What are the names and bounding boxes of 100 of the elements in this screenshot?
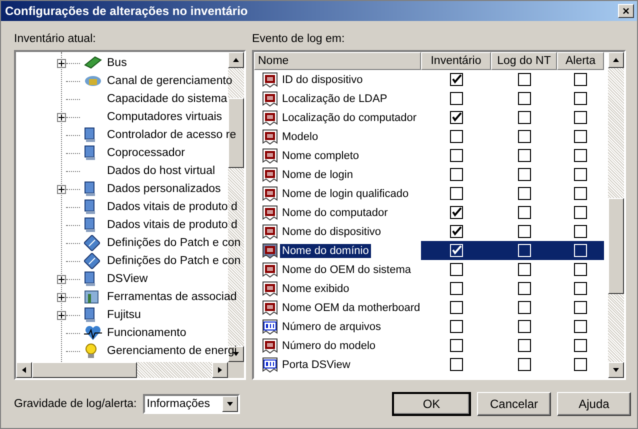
checkbox[interactable] bbox=[450, 282, 462, 295]
checkbox[interactable] bbox=[450, 149, 462, 162]
expand-icon[interactable] bbox=[57, 58, 66, 68]
checkbox[interactable] bbox=[518, 73, 530, 86]
scrollbar-thumb[interactable] bbox=[228, 98, 244, 168]
dialog-button[interactable]: OK bbox=[392, 392, 471, 416]
column-header[interactable]: Alerta bbox=[557, 52, 604, 70]
list-item[interactable]: Nome de login qualificado bbox=[280, 186, 411, 200]
tree-item[interactable]: Coprocessador bbox=[107, 147, 185, 159]
tree-item[interactable]: Fujitsu bbox=[107, 309, 141, 321]
checkbox[interactable] bbox=[518, 339, 530, 352]
checkbox[interactable] bbox=[518, 111, 530, 124]
tree-item[interactable]: Dados personalizados bbox=[107, 183, 221, 195]
scrollbar-thumb[interactable] bbox=[608, 198, 624, 294]
tree-item[interactable]: Canal de gerenciamento bbox=[107, 75, 232, 87]
tree-item[interactable]: Gerenciamento de energi bbox=[107, 345, 237, 357]
tree-item[interactable]: Dados vitais de produto d bbox=[107, 201, 238, 213]
column-header[interactable]: Log do NT bbox=[491, 52, 557, 70]
list-item[interactable]: Nome do computador bbox=[280, 206, 390, 220]
tree-item[interactable]: Controlador de acesso re bbox=[107, 129, 236, 141]
tree-item[interactable]: Definições do Patch e con bbox=[107, 237, 241, 249]
list-item[interactable]: Nome do OEM do sistema bbox=[280, 262, 413, 276]
checkbox[interactable] bbox=[574, 320, 587, 333]
list-item[interactable]: Porta DSView bbox=[280, 358, 352, 372]
checkbox[interactable] bbox=[518, 149, 530, 162]
tree-item[interactable]: Computadores virtuais bbox=[107, 111, 222, 123]
list-item[interactable]: Número de arquivos bbox=[280, 320, 384, 334]
checkbox[interactable] bbox=[518, 225, 530, 238]
checkbox[interactable] bbox=[450, 301, 462, 314]
checkbox[interactable] bbox=[574, 187, 587, 200]
checkbox[interactable] bbox=[574, 339, 587, 352]
checkbox[interactable] bbox=[574, 301, 587, 314]
scrollbar-thumb[interactable] bbox=[32, 362, 137, 378]
tree-item[interactable]: Ferramentas de associad bbox=[107, 291, 237, 303]
scroll-up-button[interactable] bbox=[228, 52, 244, 68]
list-item[interactable]: ID do dispositivo bbox=[280, 72, 365, 86]
checkbox[interactable] bbox=[518, 358, 530, 371]
dropdown-arrow-button[interactable] bbox=[222, 396, 238, 412]
checkbox[interactable] bbox=[574, 130, 587, 143]
checkbox[interactable] bbox=[450, 130, 462, 143]
list-item[interactable]: Nome do domínio bbox=[280, 244, 371, 258]
checkbox[interactable] bbox=[450, 339, 462, 352]
checkbox[interactable] bbox=[450, 263, 462, 276]
checkbox[interactable] bbox=[574, 111, 587, 124]
checkbox[interactable] bbox=[574, 168, 587, 181]
checkbox[interactable] bbox=[518, 187, 530, 200]
list-item[interactable]: Localização de LDAP bbox=[280, 92, 390, 106]
list-item[interactable]: Modelo bbox=[280, 130, 320, 144]
expand-icon[interactable] bbox=[57, 112, 66, 122]
list-item[interactable]: Número do modelo bbox=[280, 338, 378, 352]
checkbox[interactable] bbox=[450, 320, 462, 333]
dialog-button[interactable]: Cancelar bbox=[477, 392, 551, 416]
severity-dropdown[interactable]: Informações bbox=[142, 394, 240, 414]
checkbox[interactable] bbox=[518, 130, 530, 143]
checkbox[interactable] bbox=[574, 73, 587, 86]
checkbox[interactable] bbox=[450, 168, 462, 181]
tree-item[interactable]: Definições do Patch e con bbox=[107, 255, 241, 267]
scroll-right-button[interactable] bbox=[212, 362, 228, 378]
list-item[interactable]: Nome do dispositivo bbox=[280, 224, 384, 238]
list-item[interactable]: Nome completo bbox=[280, 148, 362, 162]
expand-icon[interactable] bbox=[57, 274, 66, 284]
checkbox[interactable] bbox=[574, 358, 587, 371]
column-header[interactable]: Nome bbox=[254, 52, 421, 70]
checkbox[interactable] bbox=[574, 92, 587, 105]
close-button[interactable]: × bbox=[618, 4, 634, 18]
dialog-button[interactable]: Ajuda bbox=[557, 392, 631, 416]
expand-icon[interactable] bbox=[57, 292, 66, 302]
checkbox[interactable] bbox=[450, 111, 462, 124]
checkbox[interactable] bbox=[574, 263, 587, 276]
tree-item[interactable]: Dados do host virtual bbox=[107, 165, 216, 177]
checkbox[interactable] bbox=[450, 358, 462, 371]
checkbox[interactable] bbox=[574, 282, 587, 295]
expand-icon[interactable] bbox=[57, 310, 66, 320]
checkbox[interactable] bbox=[450, 206, 462, 219]
list-item[interactable]: Nome de login bbox=[280, 168, 355, 182]
tree-item[interactable]: Dados vitais de produto d bbox=[107, 219, 238, 231]
scroll-up-button[interactable] bbox=[608, 52, 624, 68]
checkbox[interactable] bbox=[518, 92, 530, 105]
checkbox[interactable] bbox=[450, 225, 462, 238]
scroll-down-button[interactable] bbox=[608, 362, 624, 378]
checkbox[interactable] bbox=[574, 149, 587, 162]
checkbox[interactable] bbox=[450, 73, 462, 86]
tree-item[interactable]: DSView bbox=[107, 273, 148, 285]
checkbox[interactable] bbox=[574, 206, 587, 219]
checkbox[interactable] bbox=[518, 282, 530, 295]
checkbox[interactable] bbox=[450, 92, 462, 105]
checkbox[interactable] bbox=[518, 168, 530, 181]
checkbox[interactable] bbox=[518, 206, 530, 219]
tree-item[interactable]: Funcionamento bbox=[107, 327, 186, 339]
list-item[interactable]: Localização do computador bbox=[280, 110, 419, 124]
checkbox[interactable] bbox=[574, 225, 587, 238]
checkbox[interactable] bbox=[518, 301, 530, 314]
checkbox[interactable] bbox=[518, 320, 530, 333]
expand-icon[interactable] bbox=[57, 184, 66, 194]
tree-item[interactable]: Bus bbox=[107, 57, 127, 69]
list-item[interactable]: Nome exibido bbox=[280, 282, 352, 296]
checkbox[interactable] bbox=[450, 187, 462, 200]
list-item[interactable]: Nome OEM da motherboard bbox=[280, 300, 422, 314]
tree-item[interactable]: Capacidade do sistema bbox=[107, 93, 228, 105]
column-header[interactable]: Inventário bbox=[421, 52, 491, 70]
